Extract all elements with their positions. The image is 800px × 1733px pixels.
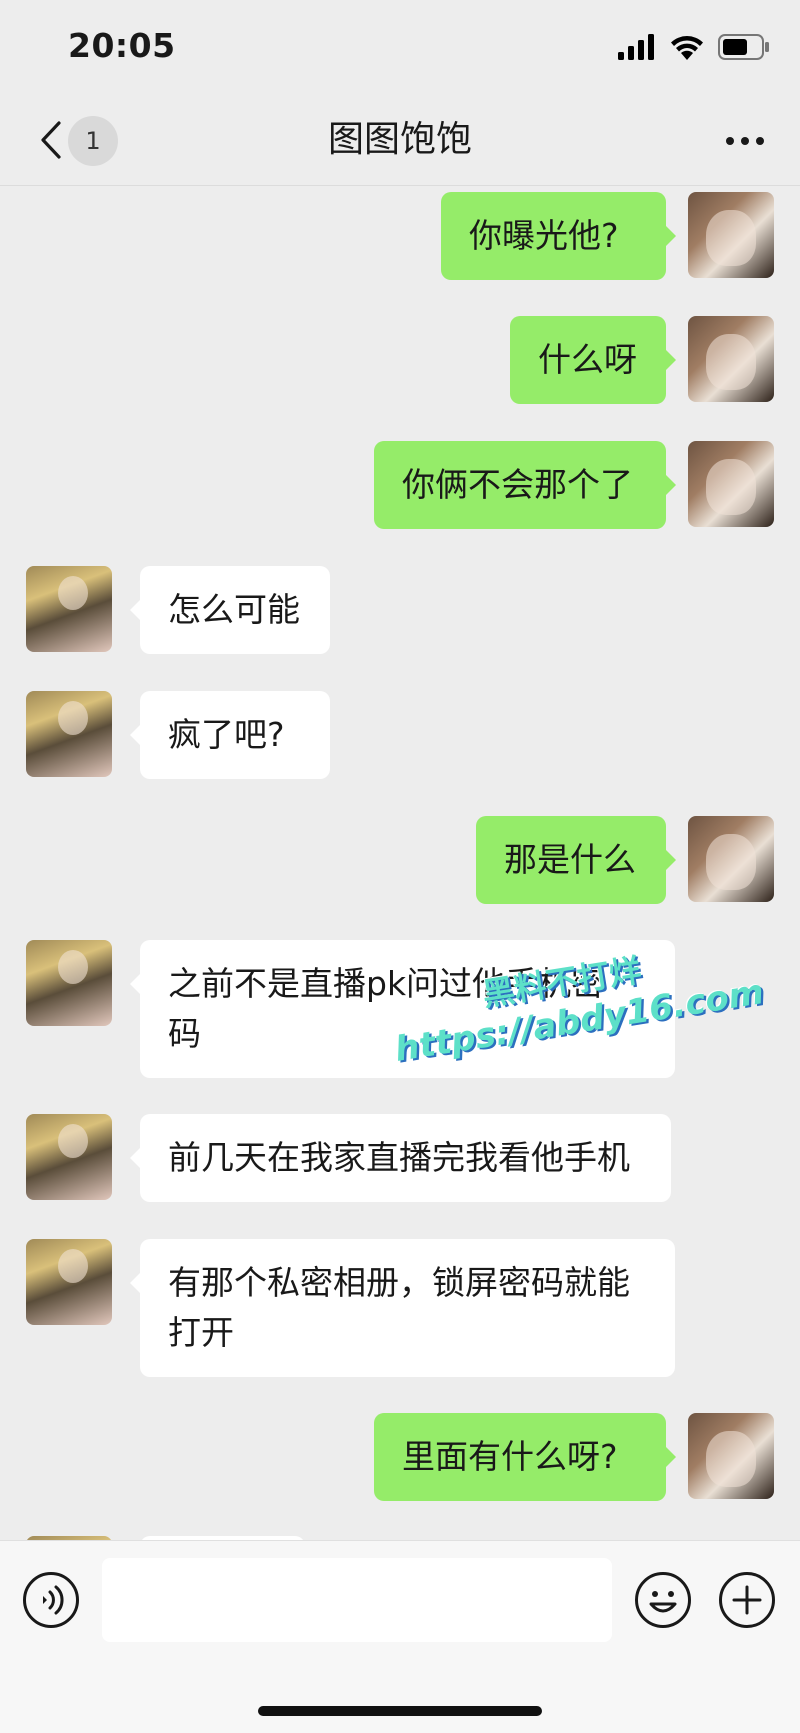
my-avatar[interactable] — [688, 1413, 774, 1499]
contact-avatar[interactable] — [26, 940, 112, 1026]
my-avatar[interactable] — [688, 816, 774, 902]
plus-icon — [719, 1572, 775, 1628]
message-input[interactable] — [102, 1558, 612, 1642]
message-bubble-received[interactable]: 前几天在我家直播完我看他手机 — [130, 1114, 671, 1202]
status-bar: 20:05 — [0, 0, 800, 95]
input-bar — [0, 1540, 800, 1733]
battery-icon — [718, 34, 769, 60]
message-bubble-sent[interactable]: 你曝光他? — [441, 192, 676, 280]
message-bubble-sent[interactable]: 那是什么 — [476, 816, 676, 904]
voice-icon — [23, 1572, 79, 1628]
status-time: 20:05 — [68, 26, 176, 65]
chat-title: 图图饱饱 — [327, 119, 472, 160]
message-bubble-received[interactable]: 怎么可能 — [130, 566, 330, 654]
message-bubble-received[interactable]: 有那个私密相册，锁屏密码就能 打开 — [130, 1239, 675, 1377]
chat-header: 1 图图饱饱 — [0, 95, 800, 186]
message-bubble-received[interactable]: 疯了吧? — [130, 691, 330, 779]
status-icons — [618, 32, 770, 62]
message-bubble-sent[interactable]: 你俩不会那个了 — [374, 441, 676, 529]
wifi-icon — [671, 36, 703, 60]
more-button[interactable] — [720, 121, 770, 161]
message-list[interactable]: 你曝光他? 什么呀 你俩不会那个了 怎么可能 疯了吧? 那是什么 之前不是直播p… — [0, 186, 800, 1540]
emoji-button[interactable] — [634, 1571, 692, 1629]
contact-avatar[interactable] — [26, 566, 112, 652]
voice-button[interactable] — [22, 1571, 80, 1629]
message-bubble-sent[interactable]: 里面有什么呀? — [374, 1413, 676, 1501]
contact-avatar[interactable] — [26, 1239, 112, 1325]
emoji-icon — [635, 1572, 691, 1628]
my-avatar[interactable] — [688, 316, 774, 402]
more-functions-button[interactable] — [718, 1571, 776, 1629]
contact-avatar[interactable] — [26, 1114, 112, 1200]
my-avatar[interactable] — [688, 192, 774, 278]
message-bubble-received[interactable]: 之前不是直播pk问过他手机密 码 — [130, 940, 675, 1078]
home-indicator[interactable] — [258, 1706, 542, 1716]
contact-avatar[interactable] — [26, 691, 112, 777]
signal-icon — [618, 34, 654, 60]
message-bubble-sent[interactable]: 什么呀 — [510, 316, 676, 404]
more-icon — [726, 137, 764, 145]
my-avatar[interactable] — [688, 441, 774, 527]
